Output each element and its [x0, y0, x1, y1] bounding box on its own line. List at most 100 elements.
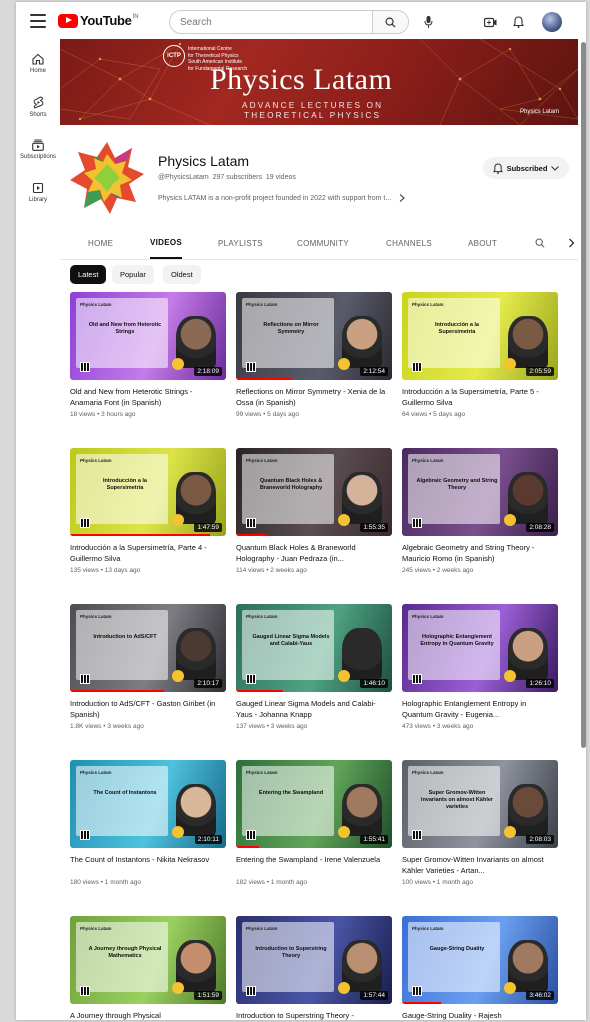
video-title[interactable]: Gauged Linear Sigma Models and Calabi-Ya…	[236, 699, 392, 720]
watch-progress-bar	[236, 534, 268, 536]
video-card[interactable]: Physics Latam Introducción a la Supersime…	[402, 292, 558, 418]
microphone-icon	[424, 16, 432, 28]
channel-banner: ICTP International Centre for Theoretica…	[60, 39, 578, 125]
video-thumbnail[interactable]: Physics Latam Gauge-String Duality 3:46:02	[402, 916, 558, 1004]
video-card[interactable]: Physics Latam The Count of Instantons 2:10…	[70, 760, 226, 886]
voice-search-button[interactable]	[417, 11, 439, 33]
video-title[interactable]: Old and New from Heterotic Strings - Ana…	[70, 387, 226, 408]
video-duration: 2:08:03	[526, 835, 554, 844]
search-input[interactable]	[170, 11, 372, 33]
youtube-logo[interactable]: YouTube IN	[58, 13, 139, 28]
video-card[interactable]: Physics Latam Introduction to Superstring…	[236, 916, 392, 1020]
banner-title: Physics Latam	[210, 63, 393, 96]
video-card[interactable]: Physics Latam Gauge-String Duality 3:46:02…	[402, 916, 558, 1020]
page-scrollbar[interactable]	[581, 42, 586, 748]
sun-logo-icon	[172, 982, 184, 994]
video-card[interactable]: Physics Latam Introduction to AdS/CFT 2:10…	[70, 604, 226, 730]
video-title[interactable]: A Journey through Physical	[70, 1011, 226, 1020]
video-meta: 473 views • 3 weeks ago	[402, 723, 474, 730]
home-icon	[32, 53, 44, 65]
menu-icon[interactable]	[30, 14, 46, 28]
tab-about[interactable]: ABOUT	[468, 228, 497, 259]
video-card[interactable]: Physics Latam A Journey through Physical …	[70, 916, 226, 1020]
chip-latest[interactable]: Latest	[70, 265, 107, 284]
video-meta: 64 views • 5 days ago	[402, 411, 465, 418]
tab-channels[interactable]: CHANNELS	[386, 228, 432, 259]
channel-avatar[interactable]	[70, 140, 144, 214]
sidebar-item-shorts[interactable]: Shorts	[16, 85, 60, 128]
sidebar-item-library[interactable]: Library	[16, 171, 60, 214]
thumbnail-channel-label: Physics Latam	[412, 458, 444, 463]
video-meta: 180 views • 1 month ago	[70, 879, 141, 886]
channel-tabs: HOME VIDEOS PLAYLISTS COMMUNITY CHANNELS…	[60, 228, 578, 260]
video-thumbnail[interactable]: Physics Latam Introduction to AdS/CFT 2:10…	[70, 604, 226, 692]
video-card[interactable]: Physics Latam Entering the Swampland 1:55:…	[236, 760, 392, 886]
thumbnail-title: Old and New from Heterotic Strings	[88, 322, 162, 335]
watch-progress-bar	[236, 690, 283, 692]
video-card[interactable]: Physics Latam Reflections on Mirror Symme…	[236, 292, 392, 418]
sidebar-item-subscriptions[interactable]: Subscriptions	[16, 128, 60, 171]
video-title[interactable]: Introducción a la Supersimetría, Parte 5…	[402, 387, 558, 408]
video-card[interactable]: Physics Latam Quantum Black Holes & Brane…	[236, 448, 392, 574]
subscribed-button[interactable]: Subscribed	[483, 157, 569, 179]
watch-progress-bar	[236, 846, 260, 848]
logo-region: IN	[132, 13, 139, 20]
video-thumbnail[interactable]: Physics Latam Old and New from Heterotic …	[70, 292, 226, 380]
video-title[interactable]: Introducción a la Supersimetría, Parte 4…	[70, 543, 226, 564]
video-title[interactable]: Reflections on Mirror Symmetry - Xenia d…	[236, 387, 392, 408]
video-thumbnail[interactable]: Physics Latam Entering the Swampland 1:55:…	[236, 760, 392, 848]
channel-handle: @PhysicsLatam	[158, 174, 209, 181]
sidebar-item-home[interactable]: Home	[16, 42, 60, 85]
thumbnail-channel-label: Physics Latam	[80, 926, 112, 931]
video-title[interactable]: Gauge-String Duality - Rajesh	[402, 1011, 558, 1020]
video-thumbnail[interactable]: Physics Latam Super Gromov-Witten invaria…	[402, 760, 558, 848]
sun-logo-icon	[338, 826, 350, 838]
tab-videos[interactable]: VIDEOS	[150, 228, 183, 259]
library-icon	[32, 182, 44, 194]
video-card[interactable]: Physics Latam Introducción a la Supersime…	[70, 448, 226, 574]
thumbnail-title: Reflections on Mirror Symmetry	[263, 322, 319, 335]
thumbnail-title: Holographic Entanglement Entropy in Quan…	[420, 634, 494, 647]
video-thumbnail[interactable]: Physics Latam The Count of Instantons 2:10…	[70, 760, 226, 848]
sun-logo-icon	[504, 514, 516, 526]
video-title[interactable]: Introduction to Superstring Theory -	[236, 1011, 392, 1020]
video-title[interactable]: The Count of Instantons - Nikita Nekraso…	[70, 855, 226, 876]
video-thumbnail[interactable]: Physics Latam Reflections on Mirror Symme…	[236, 292, 392, 380]
video-thumbnail[interactable]: Physics Latam A Journey through Physical …	[70, 916, 226, 1004]
thumbnail-channel-label: Physics Latam	[412, 770, 444, 775]
video-thumbnail[interactable]: Physics Latam Algebraic Geometry and Stri…	[402, 448, 558, 536]
video-thumbnail[interactable]: Physics Latam Gauged Linear Sigma Models …	[236, 604, 392, 692]
search-button[interactable]	[372, 11, 408, 33]
video-thumbnail[interactable]: Physics Latam Introducción a la Supersime…	[402, 292, 558, 380]
video-card[interactable]: Physics Latam Holographic Entanglement En…	[402, 604, 558, 730]
video-card[interactable]: Physics Latam Old and New from Heterotic …	[70, 292, 226, 418]
video-thumbnail[interactable]: Physics Latam Holographic Entanglement En…	[402, 604, 558, 692]
chip-popular[interactable]: Popular	[112, 265, 154, 284]
thumbnail-title: Gauged Linear Sigma Models and Calabi-Ya…	[252, 634, 330, 647]
tab-community[interactable]: COMMUNITY	[297, 228, 349, 259]
tab-home[interactable]: HOME	[88, 228, 113, 259]
chevron-right-icon[interactable]	[568, 238, 575, 248]
video-card[interactable]: Physics Latam Super Gromov-Witten invaria…	[402, 760, 558, 886]
video-title[interactable]: Algebraic Geometry and String Theory - M…	[402, 543, 558, 564]
video-title[interactable]: Quantum Black Holes & Braneworld Hologra…	[236, 543, 392, 564]
notifications-button[interactable]	[508, 12, 528, 32]
chip-oldest[interactable]: Oldest	[163, 265, 201, 284]
tab-playlists[interactable]: PLAYLISTS	[218, 228, 263, 259]
video-thumbnail[interactable]: Physics Latam Introducción a la Supersime…	[70, 448, 226, 536]
video-title[interactable]: Holographic Entanglement Entropy in Quan…	[402, 699, 558, 720]
channel-search-icon[interactable]	[535, 238, 545, 248]
video-title[interactable]: Entering the Swampland - Irene Valenzuel…	[236, 855, 392, 876]
video-thumbnail[interactable]: Physics Latam Quantum Black Holes & Brane…	[236, 448, 392, 536]
channel-description[interactable]: Physics LATAM is a non-profit project fo…	[158, 194, 406, 202]
video-card[interactable]: Physics Latam Gauged Linear Sigma Models …	[236, 604, 392, 730]
thumbnail-channel-label: Physics Latam	[246, 458, 278, 463]
video-thumbnail[interactable]: Physics Latam Introduction to Superstring…	[236, 916, 392, 1004]
watch-progress-bar	[236, 378, 291, 380]
video-title[interactable]: Super Gromov-Witten Invariants on almost…	[402, 855, 558, 876]
create-button[interactable]	[480, 12, 500, 32]
video-title[interactable]: Introduction to AdS/CFT - Gaston Giribet…	[70, 699, 226, 720]
video-card[interactable]: Physics Latam Algebraic Geometry and Stri…	[402, 448, 558, 574]
chevron-down-icon	[551, 165, 560, 171]
account-avatar[interactable]	[542, 12, 562, 32]
